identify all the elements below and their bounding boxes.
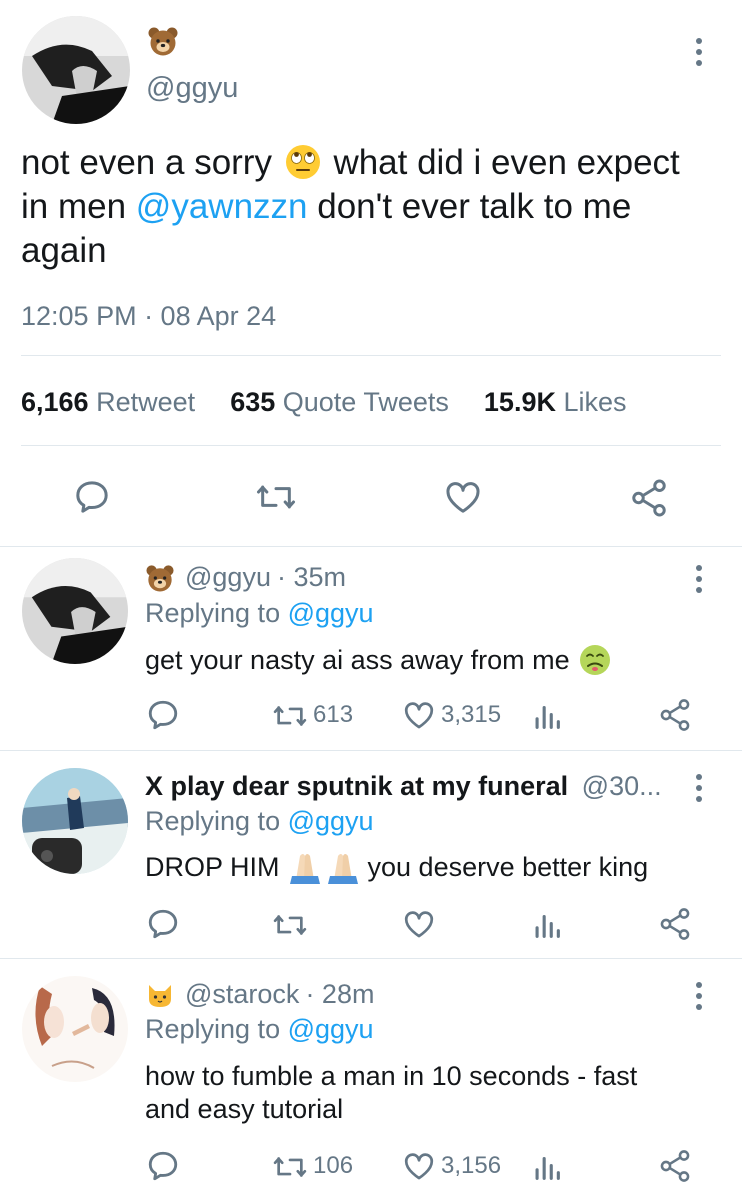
divider: [0, 958, 742, 959]
cat-emoji-icon: [145, 981, 175, 1009]
more-options-icon[interactable]: [694, 774, 704, 802]
quote-label[interactable]: Quote Tweets: [283, 387, 449, 417]
retweet-count: 106: [313, 1152, 354, 1179]
reply-display-name[interactable]: X play dear sputnik at my funeral: [145, 771, 568, 801]
reply-actions: 106 3,156: [145, 1148, 705, 1188]
replying-to: Replying to @ggyu: [145, 598, 374, 629]
retweet-icon[interactable]: [271, 699, 309, 733]
like-count[interactable]: 15.9K: [484, 387, 556, 417]
reply-icon[interactable]: [72, 477, 112, 522]
bear-emoji-icon: [147, 26, 179, 56]
reply-header: X play dear sputnik at my funeral @30...: [145, 771, 662, 802]
share-icon[interactable]: [657, 1148, 693, 1184]
reply-text-part: DROP HIM: [145, 851, 280, 882]
retweet-count: 613: [313, 701, 354, 728]
replying-to: Replying to @ggyu: [145, 1014, 374, 1045]
avatar[interactable]: [22, 976, 128, 1082]
like-label[interactable]: Likes: [563, 387, 626, 417]
like-count: 3,315: [441, 701, 502, 728]
replying-mention[interactable]: @ggyu: [288, 1014, 374, 1044]
like-icon[interactable]: [442, 477, 484, 522]
reply-text: how to fumble a man in 10 seconds - fast…: [145, 1060, 637, 1126]
replying-to: Replying to @ggyu: [145, 806, 374, 837]
replying-label: Replying to: [145, 598, 281, 628]
share-icon[interactable]: [628, 477, 670, 524]
reply-icon[interactable]: [145, 906, 181, 942]
avatar[interactable]: [22, 16, 130, 124]
eye-roll-emoji-icon: [284, 143, 322, 181]
bear-emoji-icon: [145, 564, 175, 592]
nauseated-face-emoji-icon: [578, 643, 612, 677]
reply-text: get your nasty ai ass away from me: [145, 643, 612, 677]
tweet-text-part: what did i even expect: [333, 143, 680, 182]
mention-link[interactable]: @yawnzzn: [136, 187, 308, 226]
reply-icon[interactable]: [145, 1148, 181, 1184]
divider: [21, 445, 721, 446]
like-count: 3,156: [441, 1152, 502, 1179]
share-icon[interactable]: [657, 906, 693, 942]
like-icon[interactable]: [401, 1149, 437, 1183]
reply-handle[interactable]: @30...: [582, 771, 662, 801]
tweet-timestamp: 12:05 PM · 08 Apr 24: [21, 301, 277, 331]
like-icon[interactable]: [401, 907, 437, 941]
like-icon[interactable]: [401, 698, 437, 732]
reply-actions: [145, 906, 705, 946]
reply-time: · 28m: [305, 979, 375, 1009]
divider: [21, 355, 721, 356]
author-handle[interactable]: @ggyu: [146, 72, 238, 105]
replying-label: Replying to: [145, 806, 281, 836]
analytics-icon[interactable]: [531, 1150, 563, 1184]
reply-header: @ggyu · 35m: [145, 562, 346, 593]
divider: [0, 750, 742, 751]
avatar[interactable]: [22, 768, 128, 874]
share-icon[interactable]: [657, 697, 693, 733]
quote-count[interactable]: 635: [230, 387, 275, 417]
tweet-text: not even a sorry what did i even expect …: [21, 141, 721, 273]
reply-time: · 35m: [276, 562, 346, 592]
retweet-icon[interactable]: [271, 1150, 309, 1184]
reply-text-part: how to fumble a man in 10 seconds - fast: [145, 1061, 638, 1091]
divider: [0, 546, 742, 547]
retweet-icon[interactable]: [271, 908, 309, 942]
more-options-icon[interactable]: [694, 982, 704, 1010]
tweet-text-part: don't ever talk to me: [317, 187, 632, 226]
avatar[interactable]: [22, 558, 128, 664]
folded-hands-emoji-icon: [286, 850, 362, 884]
reply-header: @starock · 28m: [145, 979, 374, 1010]
reply-text-part: you deserve better king: [367, 851, 649, 882]
retweet-icon[interactable]: [254, 477, 298, 522]
replying-label: Replying to: [145, 1014, 281, 1044]
more-options-icon[interactable]: [694, 38, 704, 66]
reply-handle[interactable]: @ggyu: [185, 562, 271, 593]
reply-text: DROP HIM you deserve better king: [145, 850, 648, 884]
retweet-label[interactable]: Retweet: [96, 387, 195, 417]
tweet-text-part: in men: [21, 187, 127, 226]
reply-icon[interactable]: [145, 697, 181, 733]
analytics-icon[interactable]: [531, 908, 563, 942]
tweet-text-part: not even a sorry: [21, 143, 272, 182]
reply-text-part: and easy tutorial: [145, 1094, 344, 1124]
reply-text-part: get your nasty ai ass away from me: [145, 644, 570, 675]
tweet-stats: 6,166 Retweet 635 Quote Tweets 15.9K Lik…: [21, 387, 627, 418]
retweet-count[interactable]: 6,166: [21, 387, 89, 417]
tweet-text-part: again: [21, 231, 107, 270]
replying-mention[interactable]: @ggyu: [288, 806, 374, 836]
replying-mention[interactable]: @ggyu: [288, 598, 374, 628]
reply-actions: 613 3,315: [145, 697, 705, 737]
more-options-icon[interactable]: [694, 565, 704, 593]
reply-handle[interactable]: @starock: [185, 979, 299, 1010]
analytics-icon[interactable]: [531, 699, 563, 733]
